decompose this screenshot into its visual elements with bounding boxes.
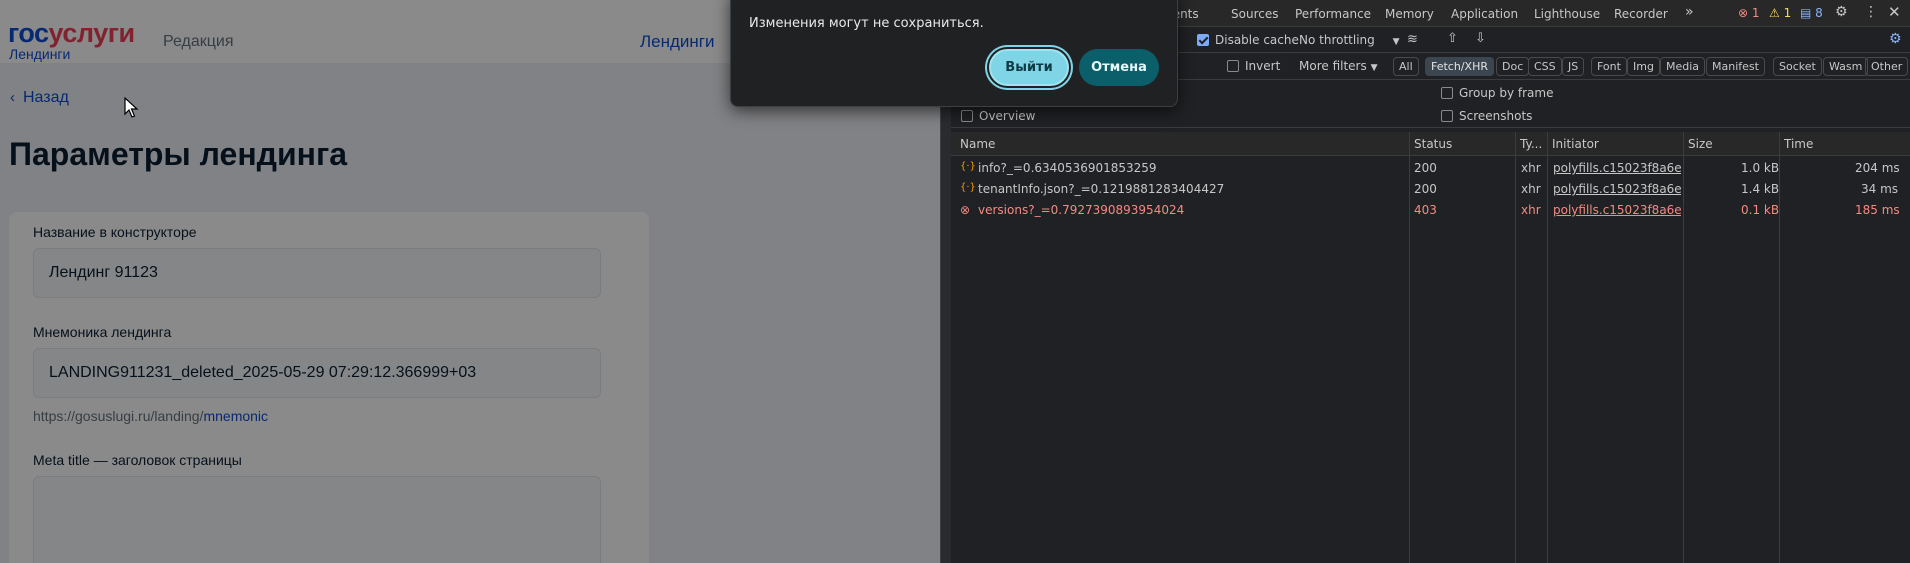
overview-label: Overview: [979, 109, 1036, 123]
more-filters-label: More filters: [1299, 59, 1367, 73]
screen: госуслуги Лендинги Редакция Лендинги ‹ На…: [0, 0, 1910, 563]
request-initiator-link[interactable]: polyfills.c15023f8a6e81d6: [1553, 203, 1681, 217]
table-row[interactable]: {·} info?_=0.6340536901853259 200 xhr po…: [951, 157, 1910, 178]
tab-recorder[interactable]: Recorder: [1614, 7, 1668, 21]
checkbox-checked-icon: [1197, 34, 1209, 46]
warning-icon: ⚠: [1769, 6, 1780, 20]
column-size[interactable]: Size: [1688, 137, 1713, 151]
request-time: 185 ms: [1855, 203, 1900, 217]
throttling-value: No throttling: [1299, 33, 1375, 47]
disable-cache-label: Disable cache: [1215, 33, 1299, 47]
table-row-error[interactable]: ⊗ versions?_=0.7927390893954024 403 xhr …: [951, 199, 1910, 220]
leave-page-dialog: Изменения могут не сохраниться. Выйти От…: [730, 0, 1178, 107]
leave-button[interactable]: Выйти: [989, 49, 1069, 86]
table-row[interactable]: {·} tenantInfo.json?_=0.1219881283404427…: [951, 178, 1910, 199]
export-har-icon[interactable]: ⇩: [1475, 31, 1486, 46]
requests-table-header: Name Status Ty... Initiator Size Time: [951, 132, 1910, 156]
filter-other[interactable]: Other: [1865, 57, 1909, 76]
screenshots-label: Screenshots: [1459, 109, 1533, 123]
request-status: 200: [1414, 161, 1437, 175]
throttling-select[interactable]: No throttling ▼: [1299, 33, 1400, 47]
request-initiator-link[interactable]: polyfills.c15023f8a6e81d6: [1553, 182, 1681, 196]
request-size: 1.4 kB: [1741, 182, 1780, 196]
group-by-frame-label: Group by frame: [1459, 86, 1554, 100]
error-icon: ⊗: [960, 203, 971, 217]
request-name: info?_=0.6340536901853259: [978, 161, 1157, 175]
filter-img[interactable]: Img: [1627, 57, 1660, 76]
mouse-cursor-icon: [124, 97, 139, 118]
checkbox-unchecked-icon: [961, 110, 973, 122]
request-type: xhr: [1521, 203, 1541, 217]
filter-all[interactable]: All: [1393, 57, 1419, 76]
warnings-badge[interactable]: ⚠ 1: [1769, 6, 1791, 20]
disable-cache-checkbox[interactable]: Disable cache: [1197, 33, 1299, 47]
errors-badge[interactable]: ⊗ 1: [1738, 6, 1760, 20]
warnings-count: 1: [1783, 6, 1792, 20]
request-size: 0.1 kB: [1741, 203, 1780, 217]
filter-wasm[interactable]: Wasm: [1823, 57, 1869, 76]
settings-gear-icon[interactable]: ⚙: [1835, 4, 1848, 20]
cancel-button[interactable]: Отмена: [1079, 49, 1159, 86]
dropdown-arrow-icon: ▼: [1370, 63, 1378, 73]
more-filters-dropdown[interactable]: More filters ▼: [1299, 59, 1377, 73]
errors-count: 1: [1751, 6, 1760, 20]
column-type[interactable]: Ty...: [1520, 137, 1542, 151]
filter-doc[interactable]: Doc: [1496, 57, 1530, 76]
filter-socket[interactable]: Socket: [1773, 57, 1822, 76]
screenshots-checkbox[interactable]: Screenshots: [1441, 109, 1532, 123]
checkbox-unchecked-icon: [1441, 110, 1453, 122]
checkbox-unchecked-icon: [1441, 87, 1453, 99]
column-status[interactable]: Status: [1414, 137, 1452, 151]
messages-badge[interactable]: ▤ 8: [1800, 6, 1823, 20]
overview-checkbox[interactable]: Overview: [961, 109, 1036, 123]
tab-lighthouse[interactable]: Lighthouse: [1534, 7, 1600, 21]
tab-performance[interactable]: Performance: [1295, 7, 1371, 21]
request-initiator-link[interactable]: polyfills.c15023f8a6e81d6: [1553, 161, 1681, 175]
request-status: 200: [1414, 182, 1437, 196]
request-time: 34 ms: [1861, 182, 1899, 196]
message-icon: ▤: [1800, 6, 1812, 20]
column-time[interactable]: Time: [1784, 137, 1813, 151]
close-devtools-icon[interactable]: ✕: [1888, 3, 1901, 21]
tab-application[interactable]: Application: [1451, 7, 1518, 21]
error-icon: ⊗: [1738, 6, 1749, 20]
invert-label: Invert: [1245, 59, 1281, 73]
group-by-frame-checkbox[interactable]: Group by frame: [1441, 86, 1553, 100]
import-har-icon[interactable]: ⇧: [1447, 31, 1458, 46]
tab-sources[interactable]: Sources: [1231, 7, 1278, 21]
request-name: versions?_=0.7927390893954024: [978, 203, 1185, 217]
network-settings-gear-icon[interactable]: ⚙: [1889, 31, 1902, 47]
tab-memory[interactable]: Memory: [1385, 7, 1434, 21]
column-name[interactable]: Name: [960, 137, 995, 151]
checkbox-unchecked-icon: [1227, 60, 1239, 72]
kebab-menu-icon[interactable]: ⋮: [1864, 4, 1878, 20]
invert-checkbox[interactable]: Invert: [1227, 59, 1280, 73]
dialog-message: Изменения могут не сохраниться.: [749, 16, 984, 31]
request-name: tenantInfo.json?_=0.1219881283404427: [978, 182, 1225, 196]
filter-font[interactable]: Font: [1591, 57, 1627, 76]
xhr-icon: {·}: [960, 182, 976, 193]
filter-fetch-xhr[interactable]: Fetch/XHR: [1425, 57, 1494, 76]
network-conditions-icon[interactable]: ≋: [1407, 32, 1418, 47]
xhr-icon: {·}: [960, 161, 976, 172]
request-status: 403: [1414, 203, 1437, 217]
filter-manifest[interactable]: Manifest: [1706, 57, 1765, 76]
request-time: 204 ms: [1855, 161, 1900, 175]
filter-css[interactable]: CSS: [1528, 57, 1562, 76]
messages-count: 8: [1815, 6, 1823, 20]
filter-media[interactable]: Media: [1660, 57, 1706, 76]
column-initiator[interactable]: Initiator: [1552, 137, 1599, 151]
request-type: xhr: [1521, 182, 1541, 196]
request-type: xhr: [1521, 161, 1541, 175]
dropdown-arrow-icon: ▼: [1392, 37, 1400, 47]
filter-js[interactable]: JS: [1562, 57, 1585, 76]
more-tabs-icon[interactable]: »: [1685, 4, 1694, 20]
request-size: 1.0 kB: [1741, 161, 1780, 175]
